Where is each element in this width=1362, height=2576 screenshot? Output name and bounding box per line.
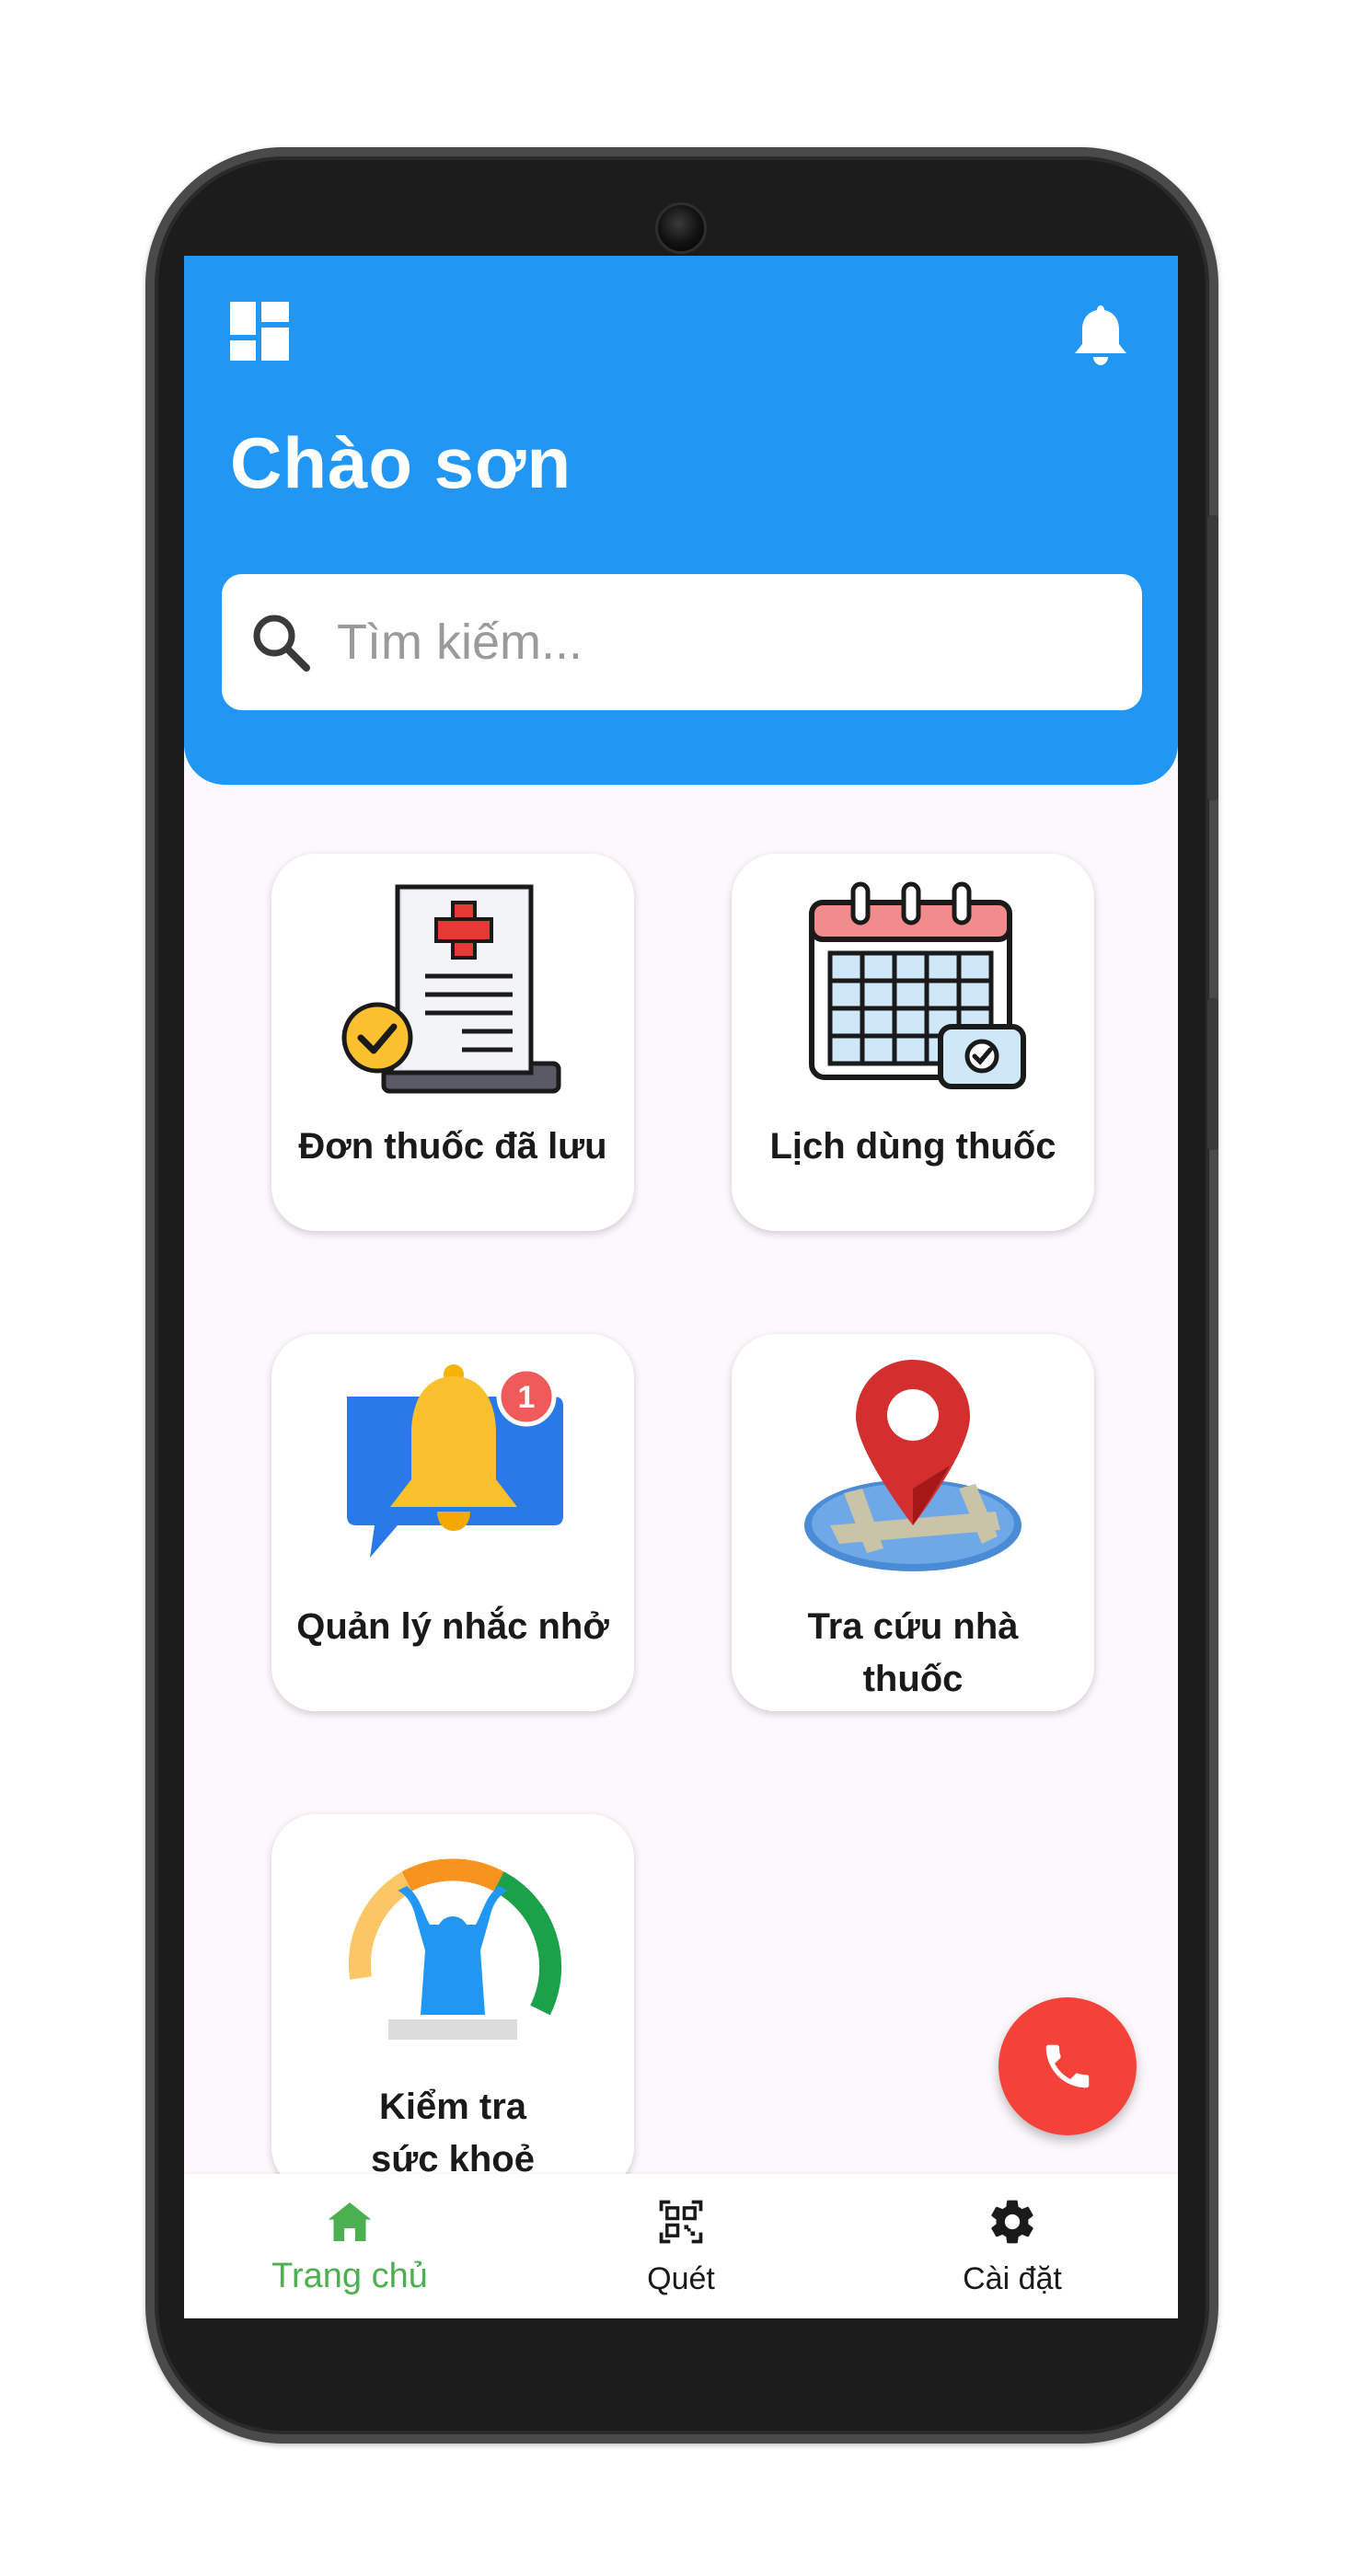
health-check-icon [348,1858,562,2040]
svg-text:1: 1 [518,1380,536,1415]
nav-label-home: Trang chủ [271,2257,428,2295]
search-icon [253,615,310,672]
qr-scan-icon [659,2200,703,2244]
home-icon [328,2202,372,2241]
phone-icon [1045,2044,1090,2088]
card-reminder-management[interactable]: 1 Quản lý nhắc nhở [271,1334,634,1711]
app-screen: Chào sơn Đơn thuốc đã lưu [184,256,1178,2318]
gear-icon [991,2200,1033,2244]
front-camera [655,202,707,254]
app-header: Chào sơn [184,256,1178,785]
search-bar[interactable] [222,574,1142,710]
saved-prescription-icon [341,884,561,1094]
search-input[interactable] [337,602,1110,683]
card-pharmacy-lookup[interactable]: Tra cứu nhà thuốc [732,1334,1094,1711]
dashboard-icon[interactable] [230,302,289,361]
card-label: Lịch dùng thuốc [769,1126,1056,1167]
nav-label-settings: Cài đặt [963,2261,1062,2296]
notification-bell-icon[interactable] [1071,302,1130,368]
power-button [1207,998,1218,1150]
nav-item-settings[interactable]: Cài đặt [902,2174,1123,2318]
pharmacy-map-pin-icon [804,1360,1022,1571]
bottom-navigation: Trang chủ Quét Cài đặt [184,2174,1178,2318]
card-label: Tra cứu nhà thuốc [807,1606,1019,1699]
card-health-check[interactable]: Kiểm tra sức khoẻ [271,1814,634,2191]
nav-item-home[interactable]: Trang chủ [239,2174,460,2318]
card-label: Đơn thuốc đã lưu [298,1126,607,1167]
card-label: Quản lý nhắc nhở [296,1606,609,1647]
card-label: Kiểm tra sức khoẻ [371,2087,535,2179]
nav-label-scan: Quét [647,2261,715,2296]
card-medication-calendar[interactable]: Lịch dùng thuốc [732,854,1094,1231]
nav-item-scan[interactable]: Quét [571,2174,791,2318]
volume-button [1207,515,1218,800]
call-fab[interactable] [998,1997,1137,2135]
greeting-title: Chào sơn [230,422,572,503]
medication-calendar-icon [809,881,1026,1089]
reminder-bell-icon: 1 [347,1364,563,1558]
card-saved-prescriptions[interactable]: Đơn thuốc đã lưu [271,854,634,1231]
